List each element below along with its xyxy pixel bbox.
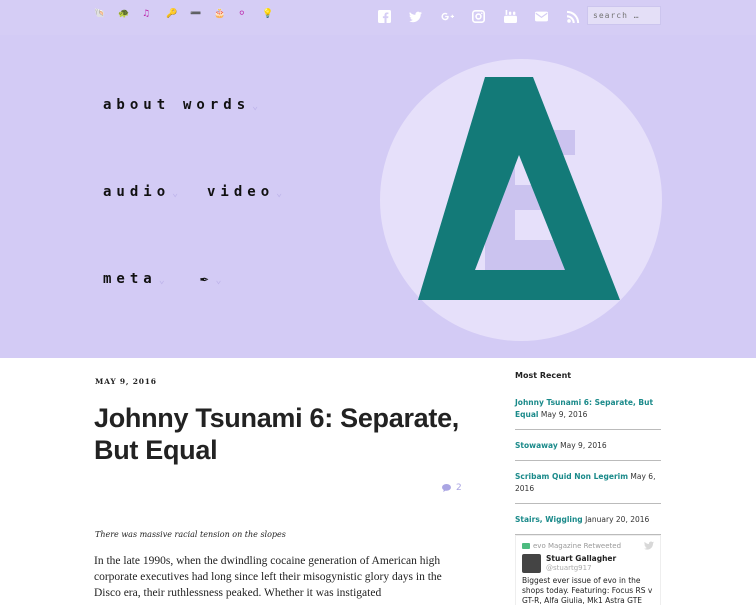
turtle-icon[interactable]: 🐢 — [118, 8, 142, 20]
avatar[interactable] — [522, 554, 541, 573]
bulb-icon[interactable]: 💡 — [262, 8, 286, 20]
chevron-down-icon: ⌄ — [215, 275, 222, 286]
quill-icon: ✒ — [200, 271, 214, 287]
tweet-author-name: Stuart Gallagher — [546, 554, 617, 563]
list-item: Stairs, Wiggling January 20, 2016 — [515, 512, 661, 535]
nav-words-label: words — [183, 97, 251, 113]
nav-audio-label: audio — [103, 184, 171, 200]
tweet-text: Biggest ever issue of evo in the shops t… — [522, 576, 653, 605]
nav-meta[interactable]: meta ⌄ — [103, 271, 165, 287]
nav-meta-label: meta — [103, 271, 157, 287]
list-item: Stowaway May 9, 2016 — [515, 438, 661, 461]
post-body: In the late 1990s, when the dwindling co… — [94, 555, 442, 599]
recent-posts-list: Johnny Tsunami 6: Separate, But Equal Ma… — [515, 395, 661, 543]
recent-post-date: May 9, 2016 — [560, 441, 607, 450]
twitter-widget: evo Magazine Retweeted Stuart Gallagher … — [515, 535, 661, 605]
nav-about[interactable]: about — [103, 97, 170, 113]
twitter-icon[interactable] — [400, 8, 432, 24]
retweet-text[interactable]: evo Magazine Retweeted — [533, 542, 621, 550]
social-links — [368, 8, 589, 24]
chevron-down-icon: ⌄ — [252, 101, 259, 112]
nav-video[interactable]: video ⌄ — [207, 184, 282, 200]
retweet-line: evo Magazine Retweeted — [522, 542, 654, 550]
post-date: MAY 9, 2016 — [95, 377, 157, 386]
recent-post-date: January 20, 2016 — [585, 515, 650, 524]
most-recent-heading: Most Recent — [515, 371, 572, 380]
nav-quill[interactable]: ✒ ⌄ — [200, 271, 221, 287]
retweet-icon — [522, 543, 530, 549]
key-icon[interactable]: 🔑 — [166, 8, 190, 20]
emoji-links: 🐚 🐢 ♫ 🔑 ➖ 🎂 ⚪ 💡 — [94, 8, 286, 20]
youtube-icon[interactable] — [494, 8, 526, 24]
facebook-icon[interactable] — [368, 8, 400, 24]
email-icon[interactable] — [526, 8, 558, 24]
music-icon[interactable]: ♫ — [142, 8, 166, 20]
image-caption: There was massive racial tension on the … — [95, 530, 286, 539]
twitter-bird-icon[interactable] — [644, 541, 654, 550]
recent-post-link[interactable]: Stairs, Wiggling — [515, 515, 583, 524]
nav-video-label: video — [207, 184, 275, 200]
shell-icon[interactable]: 🐚 — [94, 8, 118, 20]
post-title[interactable]: Johnny Tsunami 6: Separate, But Equal — [94, 402, 474, 466]
nav-audio[interactable]: audio ⌄ — [103, 184, 178, 200]
cake-icon[interactable]: 🎂 — [214, 8, 238, 20]
recent-post-link[interactable]: Scribam Quid Non Legerim — [515, 472, 628, 481]
nav-about-label: about — [103, 97, 171, 113]
instagram-icon[interactable] — [463, 8, 495, 24]
search-input[interactable] — [587, 6, 661, 25]
recent-post-link[interactable]: Stowaway — [515, 441, 558, 450]
site-header: about words ⌄ audio ⌄ video ⌄ meta ⌄ ✒ ⌄ — [0, 35, 756, 358]
tweet-author-handle: @stuartg917 — [546, 564, 592, 572]
recent-post-date: May 9, 2016 — [540, 410, 588, 419]
rss-icon[interactable] — [557, 8, 589, 24]
dash-icon[interactable]: ➖ — [190, 8, 214, 20]
tweet-author[interactable]: Stuart Gallagher @stuartg917 — [522, 554, 654, 573]
chevron-down-icon: ⌄ — [276, 188, 283, 199]
nav-words[interactable]: words ⌄ — [183, 97, 258, 113]
comment-count: 2 — [456, 483, 462, 493]
comment-icon — [442, 484, 451, 492]
list-item: Scribam Quid Non Legerim May 6, 2016 — [515, 469, 661, 504]
list-item: Johnny Tsunami 6: Separate, But Equal Ma… — [515, 395, 661, 430]
site-logo[interactable] — [415, 75, 625, 300]
chevron-down-icon: ⌄ — [158, 275, 165, 286]
google-plus-icon[interactable] — [431, 8, 463, 24]
top-bar: 🐚 🐢 ♫ 🔑 ➖ 🎂 ⚪ 💡 — [0, 0, 756, 35]
chevron-down-icon: ⌄ — [172, 188, 179, 199]
circle-icon[interactable]: ⚪ — [238, 8, 262, 20]
comment-count-link[interactable]: 2 — [442, 483, 462, 493]
